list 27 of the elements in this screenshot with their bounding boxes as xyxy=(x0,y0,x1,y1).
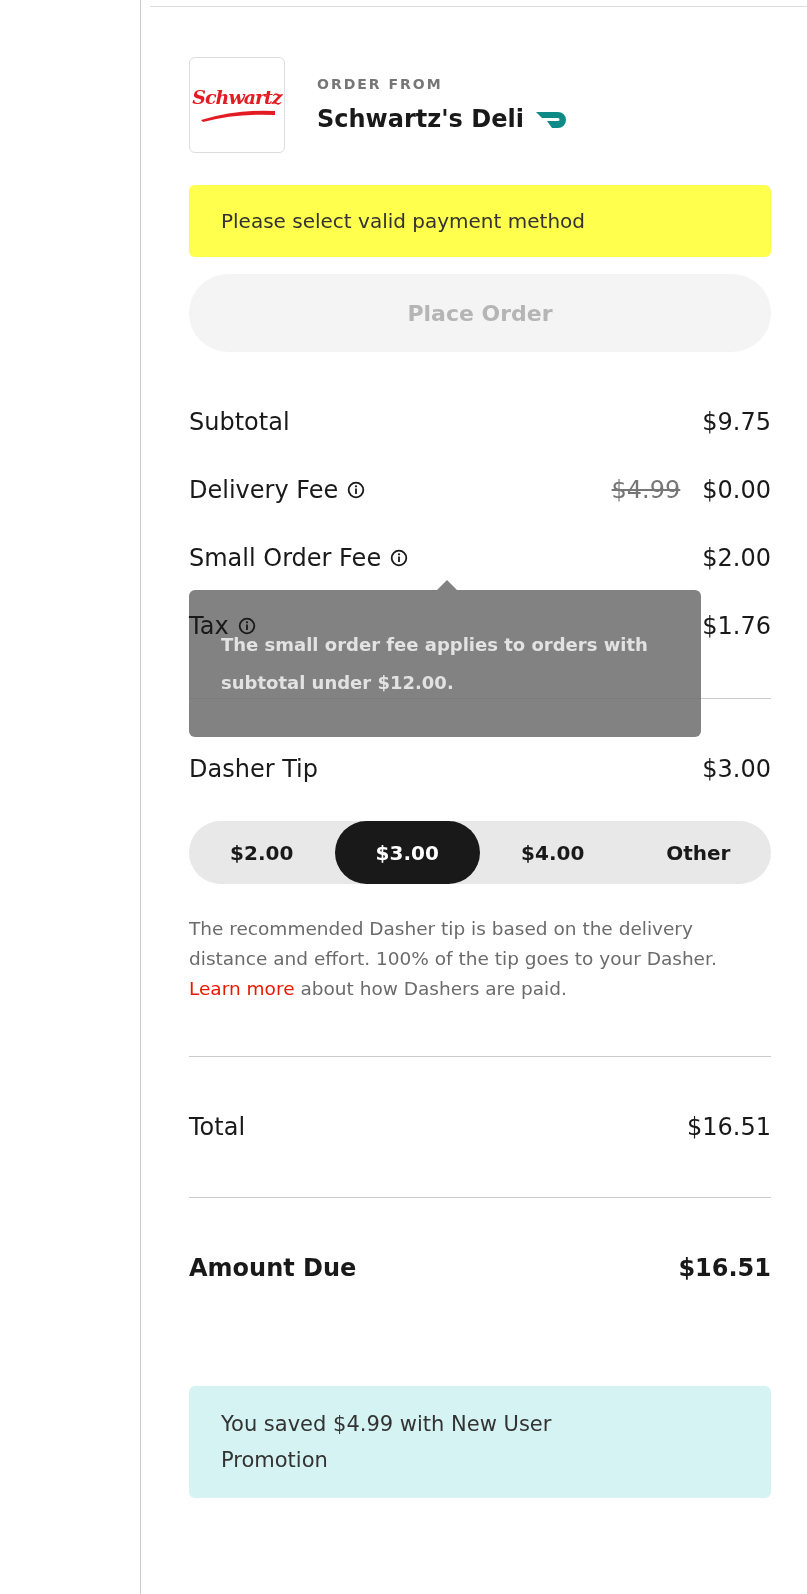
tip-option[interactable]: $2.00 xyxy=(189,821,335,884)
fee-label: Delivery Fee xyxy=(189,475,339,506)
fee-label: Subtotal xyxy=(189,407,290,438)
tip-label: Dasher Tip xyxy=(189,754,318,785)
fee-amount: $0.00 xyxy=(702,475,771,506)
tip-explanation: The recommended Dasher tip is based on the delivery distance and effort. 100% of the tip goes to your Dasher. Learn more about how Dashers are paid. xyxy=(189,917,718,1001)
original-price: $4.99 xyxy=(611,475,681,506)
info-icon[interactable] xyxy=(390,549,409,567)
fee-amount: $2.00 xyxy=(702,543,771,574)
total-label: Total xyxy=(189,1112,246,1143)
store-name: Schwartz's Deli xyxy=(317,103,524,135)
warning-banner: Please select valid payment method xyxy=(189,185,771,257)
total-amount: $16.51 xyxy=(687,1112,771,1143)
tip-option[interactable]: $3.00 xyxy=(334,821,480,884)
caption: ORDER FROM xyxy=(317,74,444,94)
promo-banner: You saved $4.99 with New User Promotion xyxy=(189,1386,771,1498)
fee-label: Small Order Fee xyxy=(189,543,382,574)
tip-amount: $3.00 xyxy=(702,754,771,785)
tip-option[interactable]: Other xyxy=(625,821,771,884)
info-icon[interactable] xyxy=(347,481,366,499)
fee-amount: $1.76 xyxy=(702,611,771,642)
store-logo: Schwartz xyxy=(189,57,285,153)
amount-due-value: $16.51 xyxy=(678,1253,771,1284)
tip-option[interactable]: $4.00 xyxy=(480,821,626,884)
amount-due-label: Amount Due xyxy=(189,1253,357,1284)
learn-more-link[interactable]: Learn more xyxy=(189,978,295,999)
fee-amount: $9.75 xyxy=(702,407,771,438)
